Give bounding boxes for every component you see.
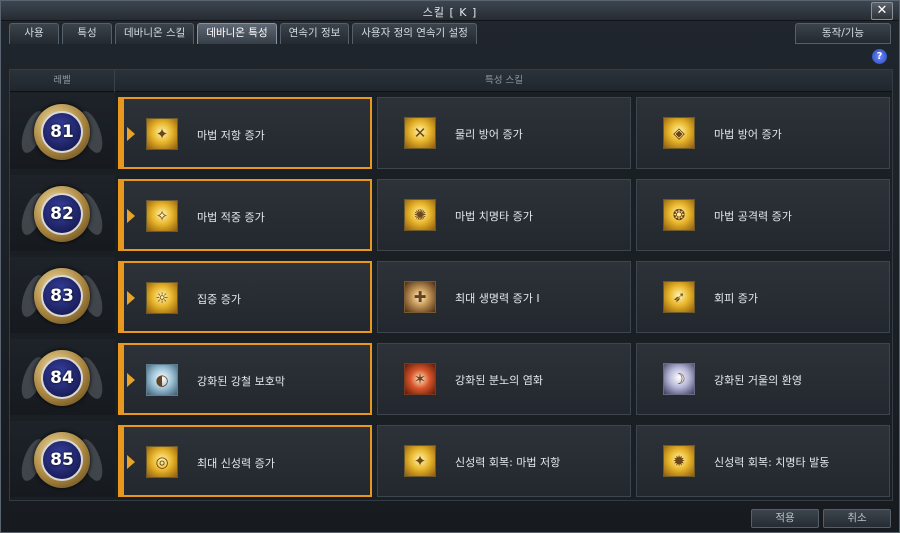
skill-name: 강화된 분노의 염화 bbox=[455, 374, 543, 387]
level-number: 85 bbox=[41, 439, 83, 481]
tab-daevanion-traits[interactable]: 데바니온 특성 bbox=[197, 23, 277, 44]
magic-attack-icon: ❂ bbox=[663, 199, 695, 231]
level-number: 81 bbox=[41, 111, 83, 153]
skill-name: 신성력 회복: 치명타 발동 bbox=[714, 456, 830, 469]
close-button[interactable]: ✕ bbox=[871, 2, 893, 20]
selected-arrow-icon bbox=[127, 373, 135, 387]
skill-name: 최대 생명력 증가 I bbox=[455, 292, 540, 305]
skill-card[interactable]: ✹ 신성력 회복: 치명타 발동 bbox=[636, 425, 890, 497]
dp-recovery-critical-icon: ✹ bbox=[663, 445, 695, 477]
skill-name: 물리 방어 증가 bbox=[455, 128, 523, 141]
skill-card[interactable]: ✶ 강화된 분노의 염화 bbox=[377, 343, 631, 415]
table-row: 82 ✧ 마법 적중 증가 ✺ 마법 치명타 증가 ❂ 마법 공격력 증가 bbox=[10, 175, 892, 251]
skill-card[interactable]: ☽ 강화된 거울의 환영 bbox=[636, 343, 890, 415]
selected-arrow-icon bbox=[127, 455, 135, 469]
magic-resist-icon: ✦ bbox=[146, 118, 178, 150]
dp-recovery-resist-icon: ✦ bbox=[404, 445, 436, 477]
skill-name: 최대 신성력 증가 bbox=[197, 457, 275, 470]
max-hp-icon: ✚ bbox=[404, 281, 436, 313]
skill-card[interactable]: ◐ 강화된 강철 보호막 bbox=[118, 343, 372, 415]
apply-button[interactable]: 적용 bbox=[751, 509, 819, 528]
wrath-flame-icon: ✶ bbox=[404, 363, 436, 395]
steel-shield-icon: ◐ bbox=[146, 364, 178, 396]
table-row: 85 ◎ 최대 신성력 증가 ✦ 신성력 회복: 마법 저항 ✹ 신성력 회복:… bbox=[10, 421, 892, 497]
selected-arrow-icon bbox=[127, 209, 135, 223]
table-row: 81 ✦ 마법 저항 증가 ✕ 물리 방어 증가 ◈ 마법 방어 증가 bbox=[10, 93, 892, 169]
skill-name: 강화된 거울의 환영 bbox=[714, 374, 802, 387]
skill-card[interactable]: ➶ 회피 증가 bbox=[636, 261, 890, 333]
tab-actions[interactable]: 동작/기능 bbox=[795, 23, 891, 44]
table-header: 레벨 특성 스킬 bbox=[10, 70, 892, 92]
concentration-icon: ☼ bbox=[146, 282, 178, 314]
max-dp-icon: ◎ bbox=[146, 446, 178, 478]
level-badge: 83 bbox=[17, 262, 107, 334]
magic-critical-icon: ✺ bbox=[404, 199, 436, 231]
tab-traits[interactable]: 특성 bbox=[62, 23, 112, 44]
skill-card[interactable]: ◎ 최대 신성력 증가 bbox=[118, 425, 372, 497]
level-number: 84 bbox=[41, 357, 83, 399]
level-number: 83 bbox=[41, 275, 83, 317]
tab-custom-chain[interactable]: 사용자 정의 연속기 설정 bbox=[352, 23, 477, 44]
window-title: 스킬 [ K ] bbox=[422, 6, 478, 19]
skill-name: 마법 치명타 증가 bbox=[455, 210, 533, 223]
skill-card[interactable]: ☼ 집중 증가 bbox=[118, 261, 372, 333]
skill-window: 스킬 [ K ] ✕ 사용 특성 데바니온 스킬 데바니온 특성 연속기 정보 … bbox=[0, 0, 900, 533]
help-icon[interactable]: ? bbox=[872, 49, 887, 64]
skill-name: 마법 공격력 증가 bbox=[714, 210, 792, 223]
skill-card[interactable]: ✦ 신성력 회복: 마법 저항 bbox=[377, 425, 631, 497]
selected-arrow-icon bbox=[127, 127, 135, 141]
skill-card[interactable]: ✺ 마법 치명타 증가 bbox=[377, 179, 631, 251]
skill-name: 마법 저항 증가 bbox=[197, 129, 265, 142]
column-header-level: 레벨 bbox=[10, 70, 115, 92]
close-icon: ✕ bbox=[876, 3, 888, 18]
table-row: 83 ☼ 집중 증가 ✚ 최대 생명력 증가 I ➶ 회피 증가 bbox=[10, 257, 892, 333]
mirror-illusion-icon: ☽ bbox=[663, 363, 695, 395]
physical-defense-icon: ✕ bbox=[404, 117, 436, 149]
skill-name: 마법 방어 증가 bbox=[714, 128, 782, 141]
tab-chain-info[interactable]: 연속기 정보 bbox=[279, 23, 350, 44]
skill-name: 마법 적중 증가 bbox=[197, 211, 265, 224]
skill-card[interactable]: ✧ 마법 적중 증가 bbox=[118, 179, 372, 251]
skill-card[interactable]: ✚ 최대 생명력 증가 I bbox=[377, 261, 631, 333]
column-header-skill: 특성 스킬 bbox=[485, 75, 523, 86]
tab-daevanion-skills[interactable]: 데바니온 스킬 bbox=[115, 23, 195, 44]
skill-card[interactable]: ◈ 마법 방어 증가 bbox=[636, 97, 890, 169]
skill-card[interactable]: ❂ 마법 공격력 증가 bbox=[636, 179, 890, 251]
tab-bar: 사용 특성 데바니온 스킬 데바니온 특성 연속기 정보 사용자 정의 연속기 … bbox=[9, 23, 477, 44]
level-badge: 82 bbox=[17, 180, 107, 252]
level-badge: 84 bbox=[17, 344, 107, 416]
skill-name: 회피 증가 bbox=[714, 292, 758, 305]
tab-usage[interactable]: 사용 bbox=[9, 23, 59, 44]
level-badge: 81 bbox=[17, 98, 107, 170]
trait-table: 레벨 특성 스킬 81 ✦ 마법 저항 증가 ✕ 물리 방어 증가 ◈ 마법 방… bbox=[9, 69, 893, 501]
skill-name: 강화된 강철 보호막 bbox=[197, 375, 285, 388]
skill-card[interactable]: ✕ 물리 방어 증가 bbox=[377, 97, 631, 169]
evasion-icon: ➶ bbox=[663, 281, 695, 313]
level-badge: 85 bbox=[17, 426, 107, 498]
table-row: 84 ◐ 강화된 강철 보호막 ✶ 강화된 분노의 염화 ☽ 강화된 거울의 환… bbox=[10, 339, 892, 415]
skill-name: 집중 증가 bbox=[197, 293, 241, 306]
magic-accuracy-icon: ✧ bbox=[146, 200, 178, 232]
selected-arrow-icon bbox=[127, 291, 135, 305]
skill-name: 신성력 회복: 마법 저항 bbox=[455, 456, 561, 469]
cancel-button[interactable]: 취소 bbox=[823, 509, 891, 528]
skill-card[interactable]: ✦ 마법 저항 증가 bbox=[118, 97, 372, 169]
level-number: 82 bbox=[41, 193, 83, 235]
magic-defense-icon: ◈ bbox=[663, 117, 695, 149]
title-bar[interactable]: 스킬 [ K ] ✕ bbox=[1, 1, 899, 21]
